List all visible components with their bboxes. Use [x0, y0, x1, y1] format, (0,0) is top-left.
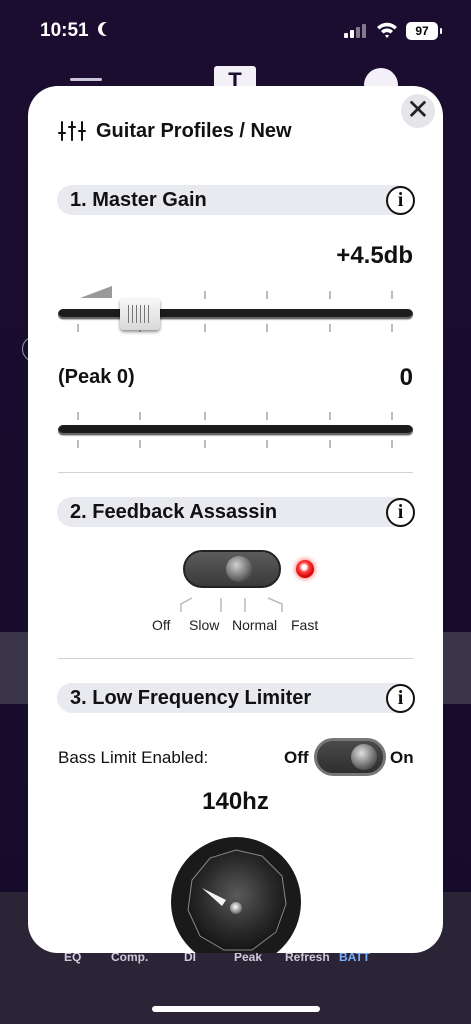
info-icon[interactable]: i [386, 498, 415, 527]
frequency-value: 140hz [202, 788, 269, 815]
meter-tick [329, 412, 331, 420]
switch-knob [226, 556, 252, 582]
section-master-gain: 1. Master Gain i [57, 185, 415, 215]
gain-wedge-icon [80, 286, 112, 298]
slider-tick [204, 291, 206, 299]
section-label: 1. Master Gain [70, 189, 207, 211]
battery-icon: 97 [406, 22, 442, 40]
feedback-mode-switch[interactable] [183, 550, 281, 588]
bottom-tab-bar: EQ Comp. DI Peak Refresh BATT [0, 950, 471, 970]
divider [58, 658, 413, 659]
bass-limit-off-label: Off [284, 748, 309, 767]
master-gain-slider-thumb[interactable] [120, 298, 160, 330]
guitar-profile-modal: ✕ Guitar Profiles / New 1. Master Gain i… [28, 86, 443, 953]
slider-tick [329, 324, 331, 332]
mode-normal[interactable]: Normal [232, 617, 277, 633]
meter-tick [77, 412, 79, 420]
master-gain-slider[interactable] [58, 309, 413, 319]
slider-tick [329, 291, 331, 299]
mode-fast[interactable]: Fast [291, 617, 318, 633]
meter-tick [204, 412, 206, 420]
slider-tick [204, 324, 206, 332]
meter-tick [204, 440, 206, 448]
section-low-frequency-limiter: 3. Low Frequency Limiter i [57, 683, 415, 713]
peak-label: (Peak 0) [58, 366, 135, 388]
wifi-icon [377, 22, 397, 38]
master-gain-value: +4.5db [336, 242, 413, 269]
meter-tick [139, 440, 141, 448]
slider-tick [266, 324, 268, 332]
status-time: 10:51 [40, 20, 89, 41]
slider-tick [391, 291, 393, 299]
bass-limit-label: Bass Limit Enabled: [58, 748, 209, 767]
section-label: 2. Feedback Assassin [70, 501, 278, 523]
slider-tick [391, 324, 393, 332]
switch-knob [351, 744, 377, 770]
mode-slow[interactable]: Slow [189, 617, 219, 633]
meter-tick [391, 412, 393, 420]
modal-title: Guitar Profiles / New [96, 119, 292, 142]
slider-tick [266, 291, 268, 299]
mode-off[interactable]: Off [152, 617, 170, 633]
mode-selector-lines [180, 597, 283, 612]
meter-tick [266, 412, 268, 420]
close-button[interactable]: ✕ [401, 94, 435, 128]
divider [58, 472, 413, 473]
signal-icon [344, 24, 368, 38]
menu-icon[interactable] [70, 78, 102, 81]
peak-value: 0 [399, 364, 413, 391]
meter-tick [77, 440, 79, 448]
section-feedback-assassin: 2. Feedback Assassin i [57, 497, 415, 527]
peak-meter [58, 425, 413, 435]
bass-limit-toggle[interactable] [314, 738, 386, 776]
modal-header: Guitar Profiles / New [58, 116, 292, 146]
bass-limit-on-label: On [390, 748, 414, 767]
feedback-led-indicator [296, 560, 314, 578]
meter-tick [266, 440, 268, 448]
moon-icon [102, 22, 116, 36]
home-indicator [152, 1006, 320, 1012]
frequency-knob[interactable] [170, 836, 302, 953]
info-icon[interactable]: i [386, 186, 415, 215]
section-label: 3. Low Frequency Limiter [70, 687, 312, 709]
info-icon[interactable]: i [386, 684, 415, 713]
meter-tick [391, 440, 393, 448]
sliders-icon [58, 121, 86, 141]
meter-tick [139, 412, 141, 420]
slider-tick [77, 324, 79, 332]
meter-tick [329, 440, 331, 448]
